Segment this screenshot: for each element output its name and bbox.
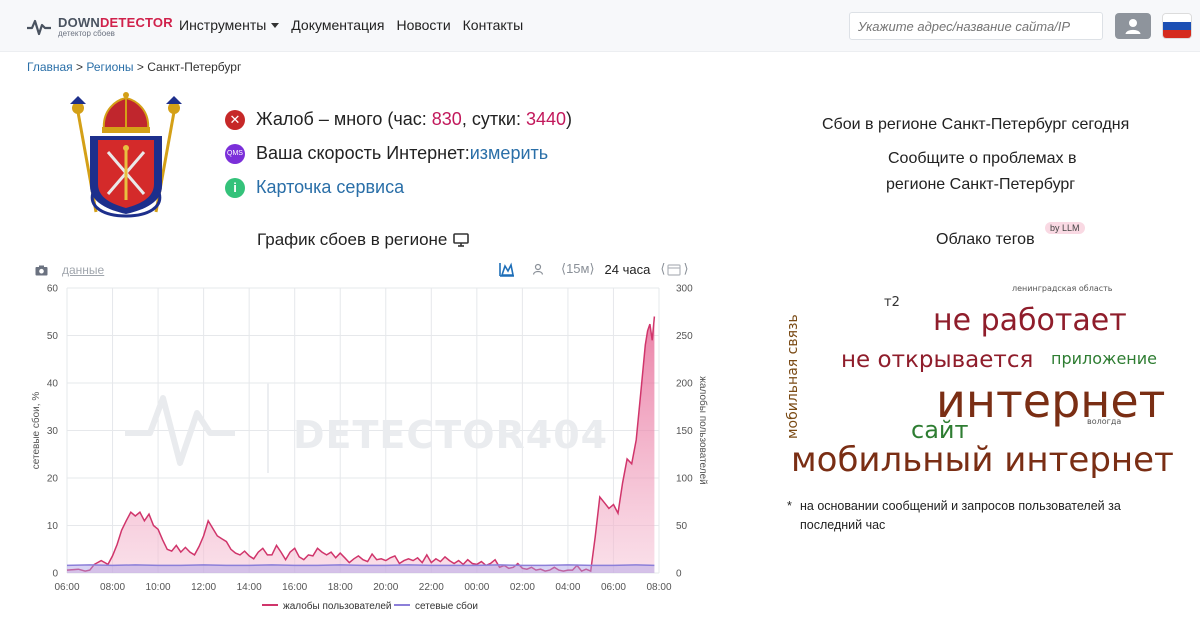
nav-contacts[interactable]: Контакты [463,17,523,33]
measure-speed-link[interactable]: измерить [470,143,548,164]
calendar-icon[interactable] [667,263,682,276]
y-left-tick-label: 30 [47,426,59,437]
x-tick-label: 02:00 [510,582,535,593]
y-left-tick-label: 50 [47,331,59,342]
legend-label-network-failures: сетевые сбои [415,600,478,612]
chevron-down-icon [271,23,280,28]
tag-site[interactable]: сайт [911,418,968,442]
chart-title: График сбоев в регионе [257,230,470,250]
y-left-tick-label: 60 [47,284,59,295]
nav-news[interactable]: Новости [396,17,450,33]
error-x-icon: ✕ [225,109,245,130]
chart-toolbar-right: ⟨15м⟩ 24 часа ⟨ ⟩ [499,261,689,277]
interval-24h[interactable]: 24 часа [605,262,651,277]
x-tick-label: 18:00 [328,582,353,593]
x-tick-label: 10:00 [146,582,171,593]
report-problem-line1[interactable]: Сообщите о проблемах в [888,150,1076,168]
logo-name: DOWNDETECTOR [58,15,173,30]
tag-not-opening[interactable]: не открывается [841,349,1033,372]
complaints-text: Жалоб – много (час: 830, сутки: 3440) [256,109,573,129]
breadcrumb-current: Санкт-Петербург [147,60,242,74]
breadcrumb-regions[interactable]: Регионы [86,60,133,74]
site-header: DOWNDETECTOR детектор сбоев Инструменты … [0,0,1200,52]
y-right-tick-label: 0 [676,569,682,580]
chart-data-link[interactable]: данные [62,263,104,277]
y-right-axis-label: жалобы пользователей [697,376,709,485]
tag-not-working[interactable]: не работает [933,306,1127,336]
chart-watermark: DETECTOR404 [293,413,608,457]
search-input[interactable] [849,12,1103,40]
site-logo[interactable]: DOWNDETECTOR детектор сбоев [26,13,173,41]
y-right-tick-label: 300 [676,284,693,295]
region-coat-of-arms [70,92,182,218]
chart-toolbar-left: данные [35,263,104,277]
y-right-tick-label: 150 [676,426,693,437]
y-right-tick-label: 200 [676,379,693,390]
next-arrow-icon[interactable]: ⟩ [683,261,688,277]
series-area-network-failures [67,564,655,573]
tag-leningrad-oblast[interactable]: ленинградская область [1012,285,1113,293]
nav-tools[interactable]: Инструменты [179,17,280,33]
x-tick-label: 00:00 [464,582,489,593]
service-card-line: i Карточка сервиса [225,177,404,198]
region-outages-title[interactable]: Сбои в регионе Санкт-Петербург сегодня [822,116,1129,134]
x-tick-label: 06:00 [601,582,626,593]
tag-t2[interactable]: т2 [884,296,900,309]
speed-label: Ваша скорость Интернет: [256,143,470,163]
x-tick-label: 16:00 [282,582,307,593]
breadcrumb-separator: > [76,60,87,74]
complaints-hour-value: 830 [431,109,462,129]
tag-mobile-connection[interactable]: мобильная связь [785,314,801,439]
legend-label-complaints: жалобы пользователей [283,600,392,612]
logo-subtitle: детектор сбоев [58,29,115,38]
main-nav: Инструменты Документация Новости Контакт… [179,17,523,33]
tag-vologda[interactable]: вологда [1087,418,1121,426]
nav-docs[interactable]: Документация [291,17,384,33]
tag-internet[interactable]: интернет [936,378,1165,424]
tag-cloud-title: Облако тегов [936,231,1035,248]
x-tick-label: 12:00 [191,582,216,593]
y-right-tick-label: 100 [676,474,693,485]
interval-15m[interactable]: ⟨15м⟩ [561,261,595,277]
breadcrumb: Главная > Регионы > Санкт-Петербург [27,60,241,74]
monitor-icon[interactable] [453,233,470,247]
breadcrumb-separator: > [136,60,148,74]
y-left-tick-label: 20 [47,474,59,485]
speed-status: QMS Ваша скорость Интернет: измерить [225,143,548,164]
language-flag-ru[interactable] [1162,13,1192,39]
y-left-tick-label: 0 [52,569,58,580]
y-right-tick-label: 50 [676,521,688,532]
x-tick-label: 08:00 [646,582,671,593]
breadcrumb-home[interactable]: Главная [27,60,73,74]
y-left-tick-label: 10 [47,521,59,532]
y-left-tick-label: 40 [47,379,59,390]
y-left-axis-label: сетевые сбои, % [30,392,42,470]
series-line-network-failures [66,564,655,567]
x-tick-label: 20:00 [373,582,398,593]
user-icon [1125,19,1141,34]
y-right-tick-label: 250 [676,331,693,342]
user-filter-icon[interactable] [532,263,544,275]
x-tick-label: 22:00 [419,582,444,593]
tag-app[interactable]: приложение [1051,351,1157,367]
camera-icon[interactable] [35,265,48,276]
qms-icon: QMS [225,143,245,164]
x-tick-label: 06:00 [54,582,79,593]
user-button[interactable] [1115,13,1151,39]
x-tick-label: 04:00 [555,582,580,593]
x-tick-label: 08:00 [100,582,125,593]
prev-arrow-icon[interactable]: ⟨ [660,261,665,277]
llm-badge: by LLM [1045,222,1085,234]
info-icon: i [225,177,245,198]
tag-mobile-internet[interactable]: мобильный интернет [791,443,1174,477]
area-chart-icon[interactable] [499,262,515,277]
complaints-day-value: 3440 [526,109,567,129]
pulse-logo-icon [27,19,51,36]
complaints-status: ✕ Жалоб – много (час: 830, сутки: 3440) [225,109,572,130]
report-problem-line2[interactable]: регионе Санкт-Петербург [886,176,1075,194]
outage-chart: DETECTOR404 0 10 20 30 40 50 60 0 50 100 150 200 250 3… [30,284,709,613]
x-tick-label: 14:00 [237,582,262,593]
tag-cloud-footnote: * на основании сообщений и запросов поль… [787,499,1121,532]
service-card-link[interactable]: Карточка сервиса [256,177,404,198]
